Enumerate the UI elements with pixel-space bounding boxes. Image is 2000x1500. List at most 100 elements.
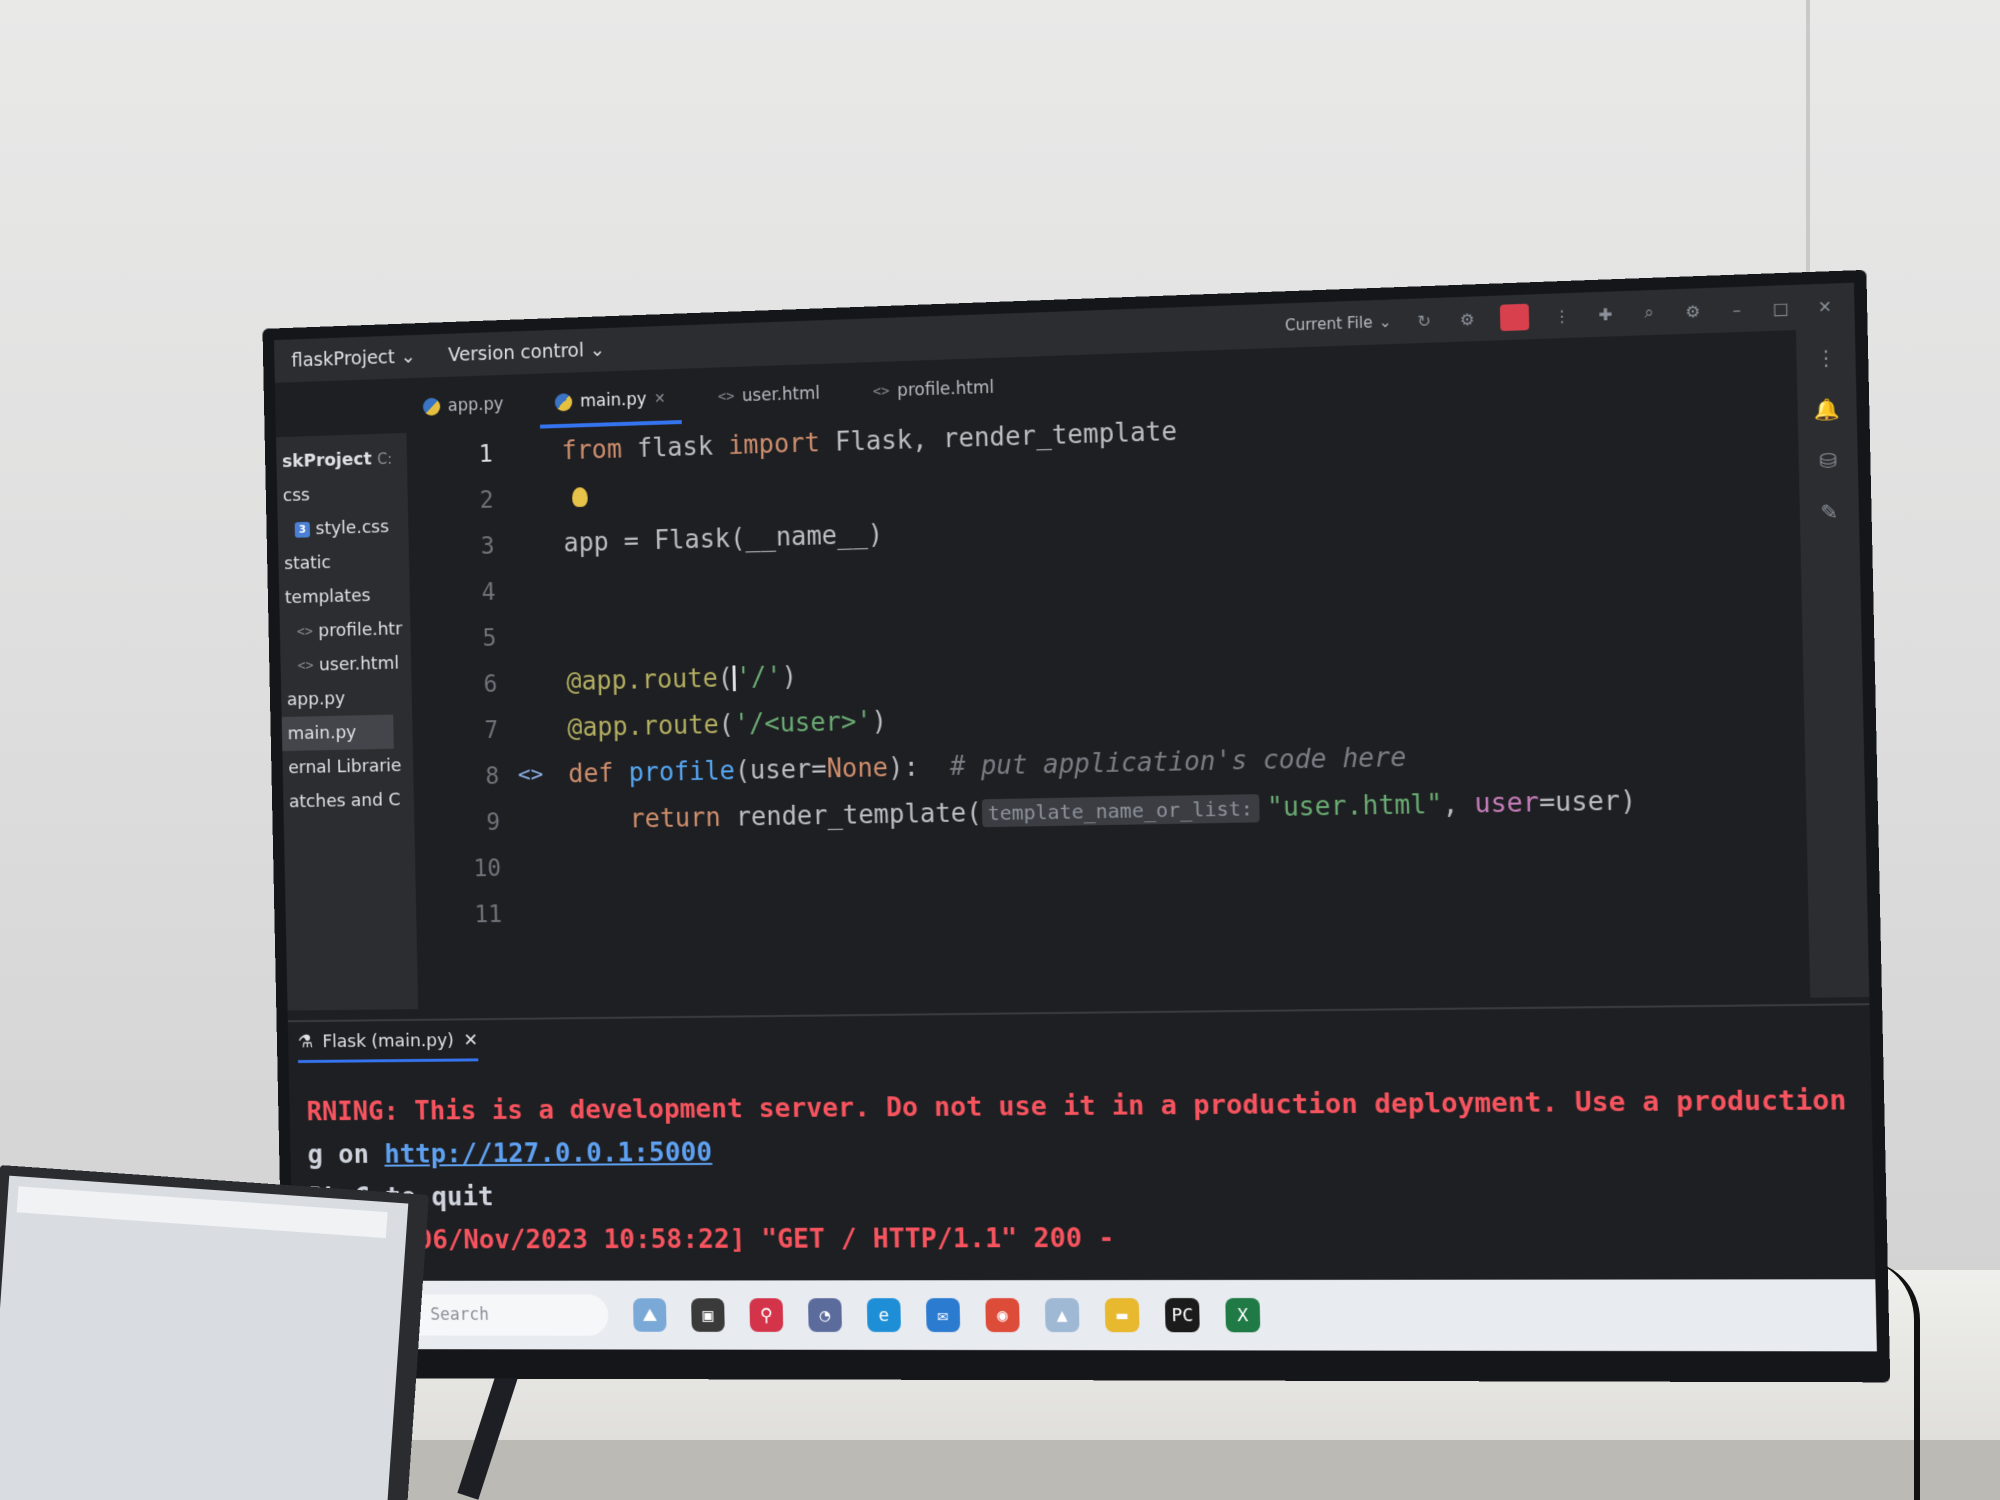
tab-app-py[interactable]: app.py bbox=[408, 394, 520, 433]
tree-item-style-css[interactable]: 3 style.css bbox=[278, 509, 409, 547]
tree-item-profile-html[interactable]: <> profile.htr bbox=[280, 612, 411, 649]
pycharm-icon[interactable]: PC bbox=[1164, 1298, 1200, 1333]
run-config-label: Current File bbox=[1284, 313, 1373, 335]
line-number: 10 bbox=[473, 853, 502, 882]
tree-item-user-html[interactable]: <> user.html bbox=[280, 646, 411, 683]
request-log: 1 - - [06/Nov/2023 10:58:22] "GET / HTTP… bbox=[308, 1222, 1115, 1256]
code-text: (user= bbox=[734, 754, 827, 786]
css-file-icon: 3 bbox=[294, 521, 311, 538]
taskbar-search[interactable]: ⌕ Search bbox=[397, 1294, 609, 1336]
close-icon[interactable]: ✕ bbox=[463, 1030, 478, 1051]
rerun-icon[interactable]: ↻ bbox=[1414, 310, 1435, 331]
landscape-icon[interactable]: ⛰ bbox=[633, 1298, 667, 1332]
console-text: g on bbox=[307, 1138, 385, 1170]
tree-item-label: main.py bbox=[287, 722, 357, 745]
code-text: ) bbox=[781, 661, 798, 692]
debug-icon[interactable]: ⚙ bbox=[1457, 309, 1478, 330]
tree-item-static[interactable]: static bbox=[278, 543, 409, 581]
ai-assistant-icon[interactable]: ✎ bbox=[1820, 499, 1838, 524]
imported-names: Flask, render_template bbox=[819, 416, 1178, 458]
taskbar-apps: ⛰ ▣ ⚲ ◔ e ✉ ◉ ▲ ▬ PC X bbox=[633, 1298, 1261, 1333]
run-tab[interactable]: ⚗ Flask (main.py) ✕ bbox=[297, 1030, 479, 1063]
tree-item-label: atches and C bbox=[288, 789, 401, 813]
module-name: flask bbox=[621, 430, 729, 464]
function-name: profile bbox=[628, 755, 736, 788]
server-url-link[interactable]: http://127.0.0.1:5000 bbox=[384, 1137, 712, 1169]
line-number: 9 bbox=[486, 807, 501, 836]
tree-item-label: ernal Librarie bbox=[288, 755, 402, 779]
tv-monitor: flaskProject ⌄ Version control ⌄ Current… bbox=[262, 269, 1891, 1383]
code-editor[interactable]: from flask import Flask, render_template… bbox=[561, 388, 1806, 1008]
windows-taskbar: ⌕ Search ⛰ ▣ ⚲ ◔ e ✉ ◉ ▲ ▬ PC X bbox=[293, 1279, 1877, 1352]
tab-label: app.py bbox=[447, 394, 504, 416]
version-control-menu[interactable]: Version control ⌄ bbox=[448, 339, 605, 366]
project-tree: skProject C: css 3 style.css static temp… bbox=[275, 432, 419, 1011]
chat-icon[interactable]: ◔ bbox=[807, 1298, 843, 1332]
tree-item-scratches[interactable]: atches and C bbox=[283, 783, 414, 820]
chevron-down-icon: ⌄ bbox=[589, 338, 606, 362]
mail-icon[interactable]: ✉ bbox=[925, 1298, 961, 1333]
project-selector[interactable]: flaskProject ⌄ bbox=[291, 346, 416, 372]
folder-icon[interactable]: ▬ bbox=[1104, 1298, 1140, 1333]
tree-item-templates[interactable]: templates bbox=[279, 577, 410, 615]
html-icon: <> bbox=[872, 383, 890, 400]
console-line: 1 - - [06/Nov/2023 10:58:22] "GET / HTTP… bbox=[309, 1213, 1854, 1261]
flask-run-icon: ⚗ bbox=[297, 1031, 314, 1053]
more-icon[interactable]: ⋮ bbox=[1551, 305, 1572, 326]
tab-label: profile.html bbox=[897, 377, 995, 401]
tree-item-label: templates bbox=[284, 585, 371, 609]
line-number: 8 bbox=[485, 761, 500, 790]
keyword: from bbox=[561, 434, 623, 466]
close-icon[interactable]: ✕ bbox=[1814, 296, 1836, 317]
tab-user-html[interactable]: <> user.html bbox=[702, 383, 836, 423]
search-icon[interactable]: ⌕ bbox=[1638, 302, 1659, 323]
shelf-edge bbox=[380, 1440, 2000, 1500]
code-text: ( bbox=[718, 709, 735, 740]
notifications-icon[interactable]: 🔔 bbox=[1814, 396, 1841, 422]
route-gutter-icon[interactable]: <> bbox=[518, 762, 544, 787]
file-explorer-icon[interactable]: ▣ bbox=[691, 1298, 725, 1332]
stop-button[interactable] bbox=[1499, 303, 1530, 332]
line-number: 4 bbox=[481, 577, 496, 606]
code-text: render_template( bbox=[720, 797, 983, 833]
right-tool-strip: ⋮ 🔔 ⛁ ✎ bbox=[1795, 327, 1870, 998]
add-user-icon[interactable]: ✚ bbox=[1595, 304, 1616, 325]
warning-text: This is a development server. Do not use… bbox=[414, 1083, 1851, 1126]
tree-item-css[interactable]: css bbox=[277, 475, 408, 513]
run-config-selector[interactable]: Current File ⌄ bbox=[1285, 313, 1392, 335]
version-control-label: Version control bbox=[447, 339, 585, 367]
tree-item-label: css bbox=[282, 484, 311, 507]
console-output[interactable]: RNING: This is a development server. Do … bbox=[306, 1078, 1854, 1262]
photos-icon[interactable]: ▲ bbox=[1044, 1298, 1080, 1333]
database-icon[interactable]: ⛁ bbox=[1819, 448, 1837, 473]
settings-icon[interactable]: ⚙ bbox=[1682, 300, 1703, 321]
string-literal: '/<user>' bbox=[733, 706, 872, 740]
decorator: @app.route bbox=[566, 663, 718, 697]
laptop bbox=[0, 1165, 429, 1500]
html-file-icon: <> bbox=[296, 623, 313, 640]
more-icon[interactable]: ⋮ bbox=[1815, 345, 1837, 370]
close-icon[interactable]: ✕ bbox=[654, 391, 666, 407]
ide-window: flaskProject ⌄ Version control ⌄ Current… bbox=[274, 282, 1877, 1352]
keyword-argument: user bbox=[1474, 787, 1540, 820]
excel-icon[interactable]: X bbox=[1225, 1298, 1261, 1333]
pin-icon[interactable]: ⚲ bbox=[749, 1298, 784, 1332]
line-number: 1 bbox=[478, 439, 493, 468]
tree-item-app-py[interactable]: app.py bbox=[281, 680, 412, 717]
tab-profile-html[interactable]: <> profile.html bbox=[857, 377, 1011, 418]
parameter-hint: template_name_or_list: bbox=[981, 793, 1260, 827]
tree-item-main-py[interactable]: main.py bbox=[281, 714, 394, 752]
maximize-icon[interactable]: □ bbox=[1770, 297, 1791, 318]
lightbulb-icon[interactable] bbox=[572, 486, 588, 507]
tree-root[interactable]: skProject C: bbox=[276, 441, 407, 479]
tab-main-py[interactable]: main.py ✕ bbox=[539, 388, 682, 429]
decorator: @app.route bbox=[567, 709, 719, 743]
python-icon bbox=[422, 397, 441, 416]
string-literal: "user.html" bbox=[1266, 789, 1443, 823]
edge-icon[interactable]: e bbox=[866, 1298, 901, 1333]
chrome-icon[interactable]: ◉ bbox=[985, 1298, 1020, 1333]
keyword: import bbox=[727, 427, 821, 461]
project-name: flaskProject bbox=[291, 346, 396, 372]
minimize-icon[interactable]: – bbox=[1726, 299, 1747, 320]
tree-item-external-libraries[interactable]: ernal Librarie bbox=[282, 748, 413, 785]
